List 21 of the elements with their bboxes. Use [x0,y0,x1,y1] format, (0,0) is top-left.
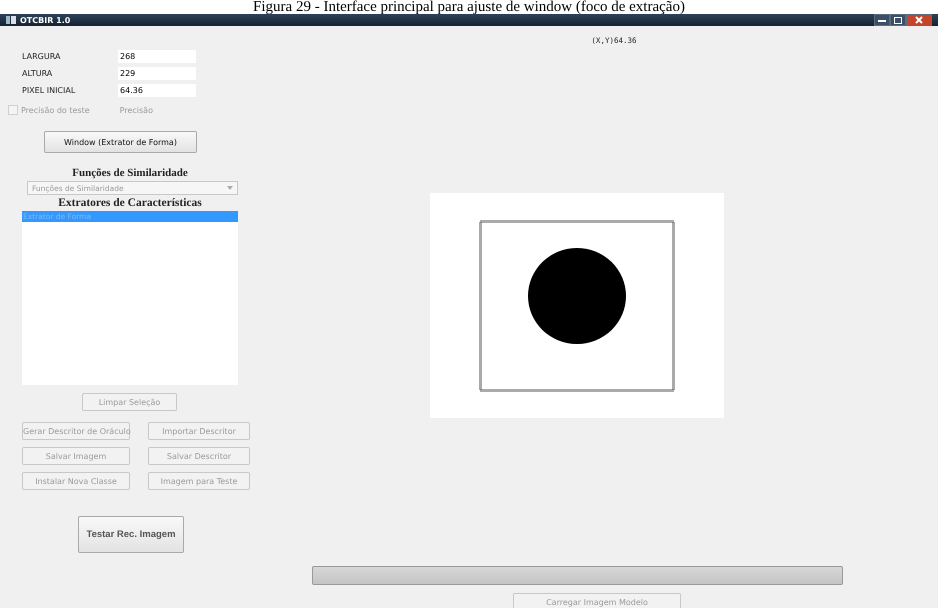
input-field[interactable]: 64.36 [118,84,196,97]
maximize-icon [894,16,902,24]
close-icon [915,16,923,24]
minimize-icon [878,18,886,22]
dropdown-arrow-icon [227,186,233,190]
field-label: LARGURA [22,52,62,61]
section-heading: Funções de Similaridade [71,167,189,179]
section-heading: Extratores de Características [57,197,203,209]
input-field[interactable]: 229 [118,67,196,80]
figure-caption: Figura 29 - Interface principal para ajuste de window (foco de extração) [252,0,686,14]
precision-label: Precisão [120,106,153,114]
field-label: ALTURA [22,69,54,78]
window-title: OTCBIR 1.0 [20,16,70,24]
window-icon [6,16,16,24]
close-button[interactable] [906,14,932,26]
test-button[interactable]: Testar Rec. Imagem [78,516,184,553]
maximize-button[interactable] [890,14,906,26]
minimize-button[interactable] [874,14,890,26]
input-field[interactable]: 268 [118,50,196,63]
window-button[interactable]: Window (Extrator de Forma) [44,131,197,153]
field-label: PIXEL INICIAL [22,86,76,95]
